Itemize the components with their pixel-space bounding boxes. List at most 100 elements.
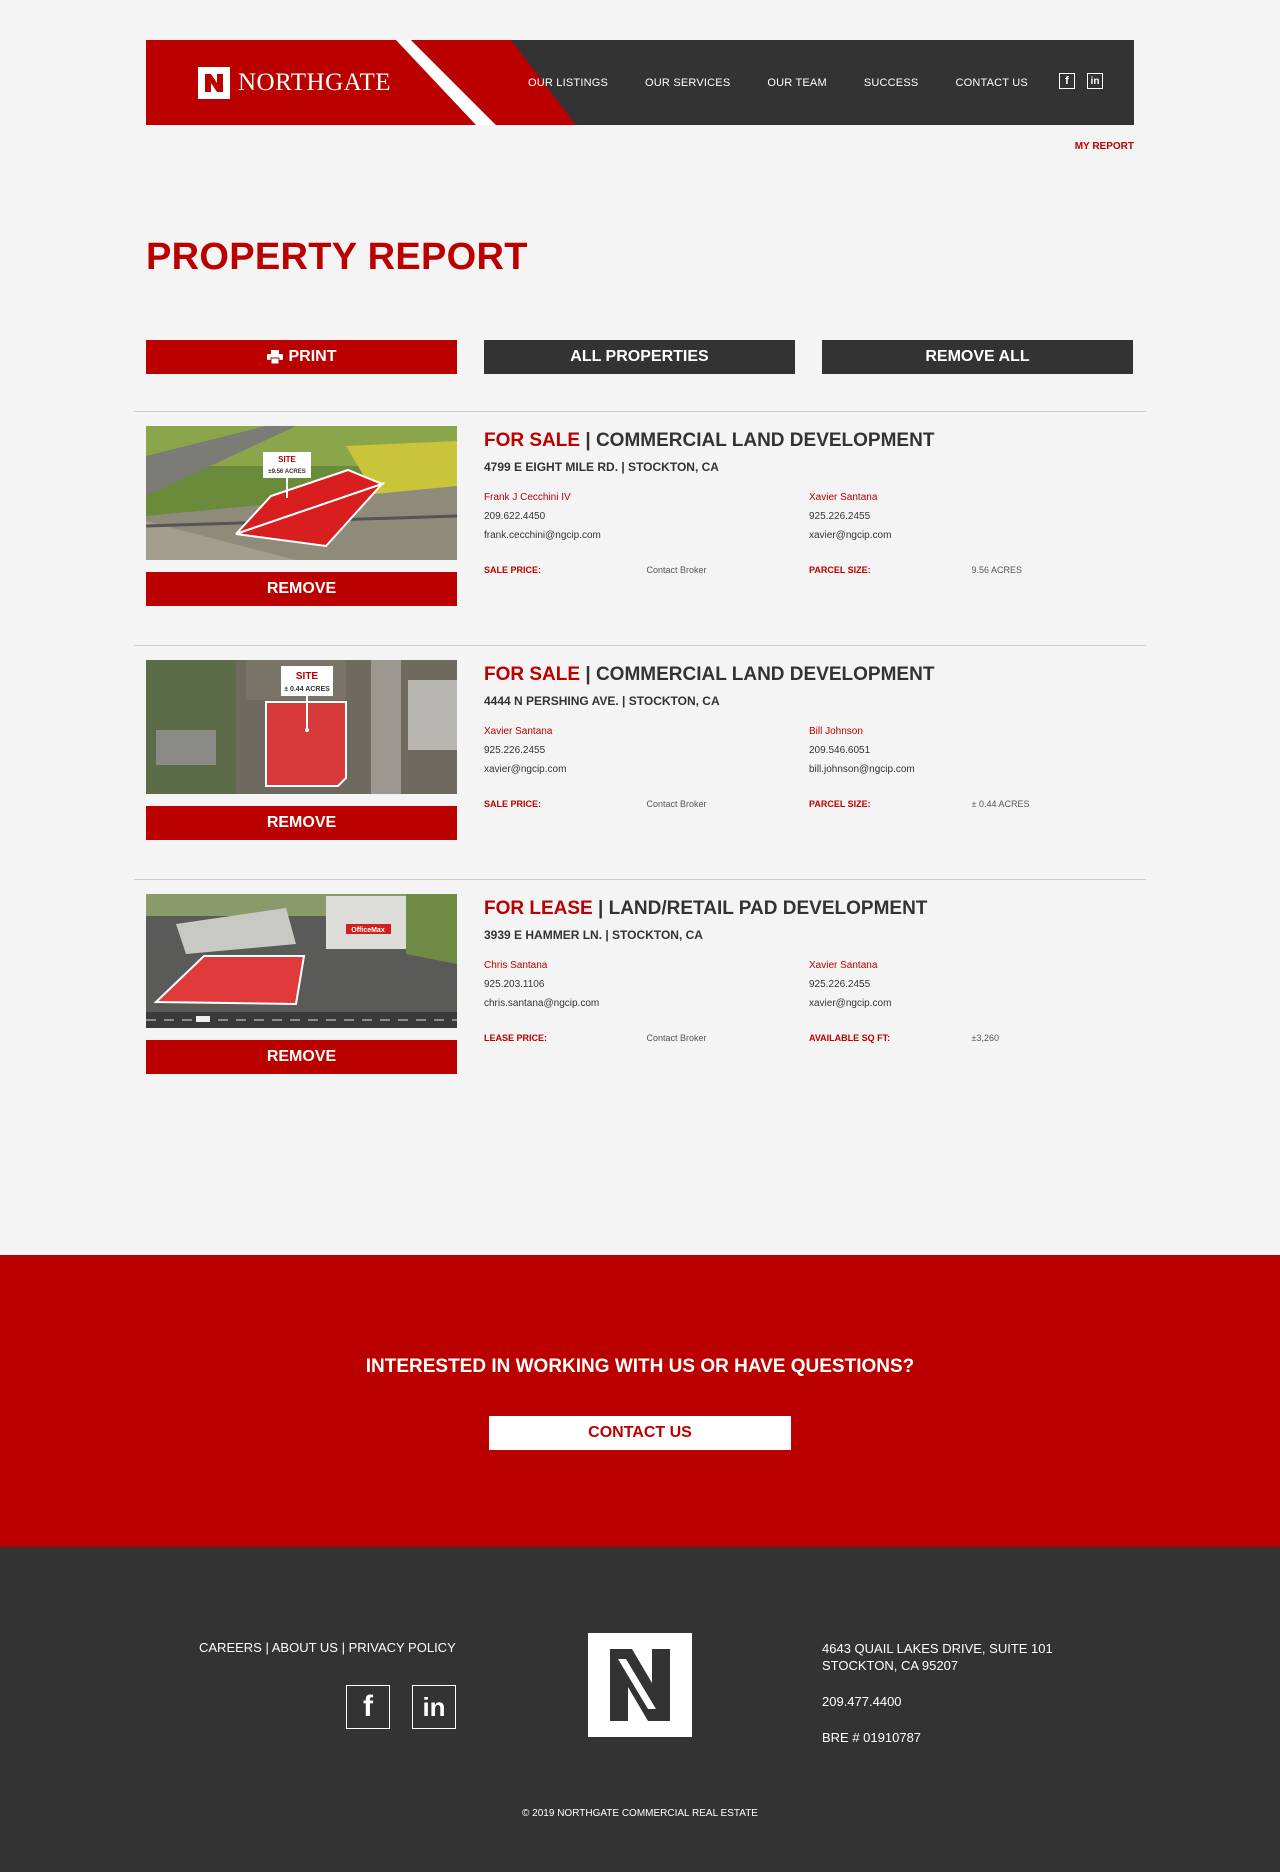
- broker-name[interactable]: Xavier Santana: [484, 722, 809, 741]
- broker-phone[interactable]: 925.203.1106: [484, 975, 809, 994]
- nav-our-listings[interactable]: OUR LISTINGS: [528, 77, 608, 89]
- header-social: f in: [1059, 73, 1103, 89]
- size-value: ± 0.44 ACRES: [971, 799, 1030, 809]
- listing-address: 3939 E HAMMER LN. | STOCKTON, CA: [484, 928, 703, 942]
- broker: Frank J Cecchini IV 209.622.4450 frank.c…: [484, 488, 809, 545]
- logo[interactable]: NORTHGATE: [198, 67, 391, 99]
- contact-us-button[interactable]: CONTACT US: [489, 1416, 791, 1450]
- broker-name[interactable]: Chris Santana: [484, 956, 809, 975]
- my-report-link[interactable]: MY REPORT: [1075, 141, 1134, 152]
- listing-category: LAND/RETAIL PAD DEVELOPMENT: [608, 898, 928, 919]
- size-label: PARCEL SIZE:: [809, 799, 871, 809]
- listing-info: FOR SALE | COMMERCIAL LAND DEVELOPMENT 4…: [484, 664, 1134, 809]
- nav-success[interactable]: SUCCESS: [864, 77, 919, 89]
- print-button[interactable]: PRINT: [146, 340, 457, 374]
- broker-phone[interactable]: 925.226.2455: [809, 507, 1134, 526]
- price-label: SALE PRICE:: [484, 565, 542, 575]
- broker-email[interactable]: xavier@ngcip.com: [484, 760, 809, 779]
- listing-type: FOR SALE: [484, 664, 581, 685]
- site-sign-acres: ± 0.44 ACRES: [284, 686, 330, 693]
- broker-name[interactable]: Xavier Santana: [809, 956, 1134, 975]
- price-value: Contact Broker: [646, 1033, 707, 1043]
- listing-meta: SALE PRICE: Contact Broker PARCEL SIZE: …: [484, 799, 1134, 809]
- broker-phone[interactable]: 925.226.2455: [484, 741, 809, 760]
- address-line-1: 4643 QUAIL LAKES DRIVE, SUITE 101: [822, 1641, 1053, 1656]
- broker-phone[interactable]: 209.622.4450: [484, 507, 809, 526]
- footer-contact: 4643 QUAIL LAKES DRIVE, SUITE 101 STOCKT…: [822, 1640, 1053, 1746]
- linkedin-icon[interactable]: in: [1087, 73, 1103, 89]
- listing-address: 4444 N PERSHING AVE. | STOCKTON, CA: [484, 694, 720, 708]
- footer-social: f in: [346, 1685, 456, 1729]
- store-sign: OfficeMax: [351, 927, 385, 934]
- listing-title[interactable]: FOR SALE | COMMERCIAL LAND DEVELOPMENT: [484, 664, 1134, 686]
- contact-cta: INTERESTED IN WORKING WITH US OR HAVE QU…: [0, 1255, 1280, 1547]
- site-sign-acres: ±9.56 ACRES: [268, 469, 305, 475]
- page-title: PROPERTY REPORT: [146, 236, 528, 278]
- broker-phone[interactable]: 925.226.2455: [809, 975, 1134, 994]
- bre-number: BRE # 01910787: [822, 1730, 922, 1745]
- nav-our-services[interactable]: OUR SERVICES: [645, 77, 730, 89]
- size-label: PARCEL SIZE:: [809, 565, 871, 575]
- site-header: NORTHGATE OUR LISTINGS OUR SERVICES OUR …: [146, 40, 1134, 125]
- broker-email[interactable]: chris.santana@ngcip.com: [484, 994, 809, 1013]
- price-value: Contact Broker: [646, 799, 707, 809]
- broker-email[interactable]: xavier@ngcip.com: [809, 994, 1134, 1013]
- size-value: ±3,260: [971, 1033, 999, 1043]
- listing-title[interactable]: FOR SALE | COMMERCIAL LAND DEVELOPMENT: [484, 430, 1134, 452]
- brokers: Chris Santana 925.203.1106 chris.santana…: [484, 956, 1134, 1013]
- listing-type: FOR SALE: [484, 430, 581, 451]
- broker-email[interactable]: frank.cecchini@ngcip.com: [484, 526, 809, 545]
- listing-card: SITE ± 0.44 ACRES REMOVE FOR SALE | COMM…: [134, 645, 1146, 879]
- listing-meta: LEASE PRICE: Contact Broker AVAILABLE SQ…: [484, 1033, 1134, 1043]
- broker-name[interactable]: Xavier Santana: [809, 488, 1134, 507]
- broker: Bill Johnson 209.546.6051 bill.johnson@n…: [809, 722, 1134, 779]
- listing-category: COMMERCIAL LAND DEVELOPMENT: [595, 430, 935, 451]
- broker-phone[interactable]: 209.546.6051: [809, 741, 1134, 760]
- price-value: Contact Broker: [646, 565, 707, 575]
- broker: Xavier Santana 925.226.2455 xavier@ngcip…: [484, 722, 809, 779]
- remove-button[interactable]: REMOVE: [146, 806, 457, 840]
- linkedin-icon[interactable]: in: [412, 1685, 456, 1729]
- copyright: © 2019 NORTHGATE COMMERCIAL REAL ESTATE: [522, 1808, 758, 1819]
- listing-type: FOR LEASE: [484, 898, 593, 919]
- broker-name[interactable]: Bill Johnson: [809, 722, 1134, 741]
- nav-contact-us[interactable]: CONTACT US: [955, 77, 1028, 89]
- broker: Xavier Santana 925.226.2455 xavier@ngcip…: [809, 956, 1134, 1013]
- broker-email[interactable]: bill.johnson@ngcip.com: [809, 760, 1134, 779]
- footer-link-careers[interactable]: CAREERS: [199, 1640, 262, 1655]
- remove-button[interactable]: REMOVE: [146, 1040, 457, 1074]
- all-properties-button[interactable]: ALL PROPERTIES: [484, 340, 795, 374]
- address-line-2: STOCKTON, CA 95207: [822, 1658, 959, 1673]
- nav-our-team[interactable]: OUR TEAM: [767, 77, 826, 89]
- footer-phone[interactable]: 209.477.4400: [822, 1693, 1053, 1710]
- remove-button[interactable]: REMOVE: [146, 572, 457, 606]
- price-label: LEASE PRICE:: [484, 1033, 548, 1043]
- broker-name[interactable]: Frank J Cecchini IV: [484, 488, 809, 507]
- property-aerial-image[interactable]: OfficeMax: [146, 894, 457, 1028]
- remove-all-button[interactable]: REMOVE ALL: [822, 340, 1133, 374]
- property-aerial-image[interactable]: SITE ±9.56 ACRES: [146, 426, 457, 560]
- logo-text: NORTHGATE: [238, 69, 391, 96]
- brokers: Frank J Cecchini IV 209.622.4450 frank.c…: [484, 488, 1134, 545]
- site-footer: CAREERS | ABOUT US | PRIVACY POLICY f in…: [0, 1547, 1280, 1872]
- listing-info: FOR LEASE | LAND/RETAIL PAD DEVELOPMENT …: [484, 898, 1134, 1043]
- brokers: Xavier Santana 925.226.2455 xavier@ngcip…: [484, 722, 1134, 779]
- cta-question: INTERESTED IN WORKING WITH US OR HAVE QU…: [365, 1356, 915, 1377]
- footer-link-privacy-policy[interactable]: PRIVACY POLICY: [349, 1640, 456, 1655]
- broker: Chris Santana 925.203.1106 chris.santana…: [484, 956, 809, 1013]
- property-aerial-image[interactable]: SITE ± 0.44 ACRES: [146, 660, 457, 794]
- northgate-logo-icon[interactable]: [588, 1633, 692, 1737]
- site-sign-label: SITE: [296, 671, 319, 682]
- listing-category: COMMERCIAL LAND DEVELOPMENT: [595, 664, 935, 685]
- facebook-icon[interactable]: f: [346, 1685, 390, 1729]
- facebook-icon[interactable]: f: [1059, 73, 1075, 89]
- listing-meta: SALE PRICE: Contact Broker PARCEL SIZE: …: [484, 565, 1134, 575]
- footer-links: CAREERS | ABOUT US | PRIVACY POLICY: [199, 1640, 456, 1655]
- listing-card: SITE ±9.56 ACRES REMOVE FOR SALE | COMME…: [134, 411, 1146, 645]
- listing-address: 4799 E EIGHT MILE RD. | STOCKTON, CA: [484, 460, 719, 474]
- listing-info: FOR SALE | COMMERCIAL LAND DEVELOPMENT 4…: [484, 430, 1134, 575]
- main-nav: OUR LISTINGS OUR SERVICES OUR TEAM SUCCE…: [528, 40, 1065, 125]
- footer-link-about-us[interactable]: ABOUT US: [272, 1640, 338, 1655]
- broker-email[interactable]: xavier@ngcip.com: [809, 526, 1134, 545]
- listing-title[interactable]: FOR LEASE | LAND/RETAIL PAD DEVELOPMENT: [484, 898, 1134, 920]
